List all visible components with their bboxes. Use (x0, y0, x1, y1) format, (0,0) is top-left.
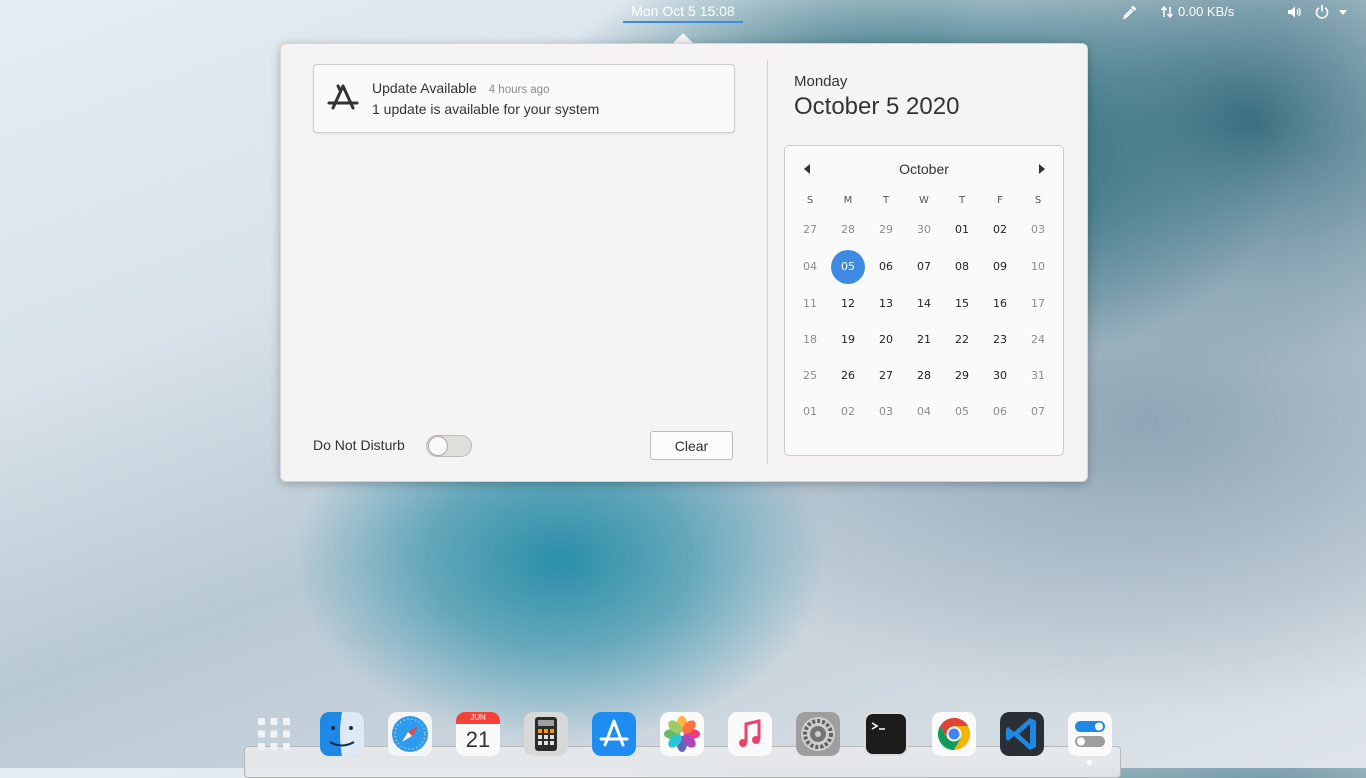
calendar-day[interactable]: 29 (945, 359, 979, 393)
calendar-day[interactable]: 02 (831, 395, 865, 429)
running-indicator (1087, 760, 1092, 765)
power-menu[interactable] (1314, 4, 1350, 20)
calendar-day[interactable]: 28 (831, 213, 865, 247)
calendar-day[interactable]: 05 (945, 395, 979, 429)
volume-icon (1288, 6, 1301, 18)
applications-menu[interactable]: Applications (12, 3, 108, 21)
calendar-day[interactable]: 03 (1021, 213, 1055, 247)
calendar-day[interactable]: 11 (793, 287, 827, 321)
toggle-settings-icon[interactable] (1068, 712, 1112, 756)
app-store-dock-icon[interactable] (592, 712, 636, 756)
calendar-day[interactable]: 26 (831, 359, 865, 393)
calendar-day[interactable]: 23 (983, 323, 1017, 357)
calendar-day[interactable]: 29 (869, 213, 903, 247)
weekday-header: M (843, 195, 853, 206)
calendar-day[interactable]: 19 (831, 323, 865, 357)
vscode-icon[interactable] (1000, 712, 1044, 756)
calculator-icon[interactable] (524, 712, 568, 756)
notification-title-row: Update Available 4 hours ago (372, 80, 549, 96)
calendar-day[interactable]: 13 (869, 287, 903, 321)
calendar-day[interactable]: 18 (793, 323, 827, 357)
calendar-day[interactable]: 04 (793, 250, 827, 284)
system-preferences-icon[interactable] (796, 712, 840, 756)
next-month-button[interactable] (1039, 164, 1045, 174)
search-icon (13, 4, 29, 20)
calendar-day[interactable]: 28 (907, 359, 941, 393)
calendar-day[interactable]: 04 (907, 395, 941, 429)
full-date-label: October 5 2020 (794, 93, 960, 120)
calendar-day[interactable]: 30 (907, 213, 941, 247)
network-speed: 0.00 KB/s (1178, 4, 1235, 19)
calendar-icon-day: 21 (465, 727, 491, 752)
do-not-disturb-label: Do Not Disturb (313, 437, 405, 453)
calendar-day[interactable]: 21 (907, 323, 941, 357)
calendar-day[interactable]: 31 (1021, 359, 1055, 393)
calendar-icon-month: JUN (470, 713, 486, 722)
clear-notifications-button[interactable]: Clear (650, 431, 733, 460)
chevron-down-icon (1339, 10, 1347, 15)
calendar-day[interactable]: 07 (907, 250, 941, 284)
power-icon (1315, 5, 1329, 19)
calendar-day[interactable]: 24 (1021, 323, 1055, 357)
applications-grid-icon[interactable] (252, 712, 296, 756)
up-down-arrows-icon (1160, 5, 1174, 18)
date-time-indicator[interactable]: Mon Oct 5 15:08 (623, 3, 743, 23)
photos-icon[interactable] (660, 712, 704, 756)
calendar-day[interactable]: 06 (869, 250, 903, 284)
calendar-day[interactable]: 02 (983, 213, 1017, 247)
top-panel: Applications Mon Oct 5 15:08 0.00 KB/s (0, 0, 1366, 26)
calendar-day[interactable]: 07 (1021, 395, 1055, 429)
network-indicator[interactable]: 0.00 KB/s (1160, 4, 1234, 19)
calendar-day[interactable]: 08 (945, 250, 979, 284)
calendar-day[interactable]: 05 (831, 250, 865, 284)
do-not-disturb-switch[interactable] (426, 435, 472, 457)
applications-label: Applications (38, 4, 109, 20)
calendar-day[interactable]: 15 (945, 287, 979, 321)
weekday-header: T (958, 195, 966, 206)
weekday-header: T (882, 195, 890, 206)
calendar-day[interactable]: 22 (945, 323, 979, 357)
switch-knob (428, 436, 448, 456)
weekday-header: W (919, 195, 929, 206)
calendar-day[interactable]: 10 (1021, 250, 1055, 284)
date-notifications-popover: Update Available 4 hours ago 1 update is… (280, 43, 1088, 482)
volume-indicator[interactable] (1286, 4, 1302, 20)
app-store-icon (327, 84, 359, 110)
calendar-day[interactable]: 03 (869, 395, 903, 429)
terminal-icon[interactable] (864, 712, 908, 756)
calendar-day[interactable]: 20 (869, 323, 903, 357)
notification-time: 4 hours ago (488, 84, 550, 96)
notification-body: 1 update is available for your system (372, 101, 600, 117)
calendar-day[interactable]: 27 (869, 359, 903, 393)
calendar-day[interactable]: 30 (983, 359, 1017, 393)
calendar-month-title: October (899, 161, 949, 177)
color-picker-indicator[interactable] (1122, 4, 1138, 20)
calendar-icon[interactable]: JUN 21 (456, 712, 500, 756)
notification-card[interactable]: Update Available 4 hours ago 1 update is… (313, 64, 735, 133)
calendar-day[interactable]: 06 (983, 395, 1017, 429)
calendar-day[interactable]: 01 (793, 395, 827, 429)
calendar-day[interactable]: 01 (945, 213, 979, 247)
calendar-day[interactable]: 17 (1021, 287, 1055, 321)
calendar-day[interactable]: 27 (793, 213, 827, 247)
popover-divider (767, 60, 768, 464)
weekday-header: F (997, 195, 1003, 206)
weekday-header: S (806, 195, 814, 206)
notification-title: Update Available (372, 80, 477, 96)
calendar-day[interactable]: 14 (907, 287, 941, 321)
music-icon[interactable] (728, 712, 772, 756)
eyedropper-icon (1122, 5, 1137, 20)
safari-icon[interactable] (388, 712, 432, 756)
calendar-day[interactable]: 25 (793, 359, 827, 393)
popover-arrow (673, 33, 693, 43)
calendar-day[interactable]: 16 (983, 287, 1017, 321)
weekday-header: S (1034, 195, 1042, 206)
weekday-label: Monday (794, 73, 848, 90)
calendar-day[interactable]: 12 (831, 287, 865, 321)
finder-icon[interactable] (320, 712, 364, 756)
calendar-day[interactable]: 09 (983, 250, 1017, 284)
calendar-widget: October S M T W T F S 27 28 29 30 01 02 03 04 05 06 07 08 0… (784, 145, 1064, 456)
chrome-icon[interactable] (932, 712, 976, 756)
